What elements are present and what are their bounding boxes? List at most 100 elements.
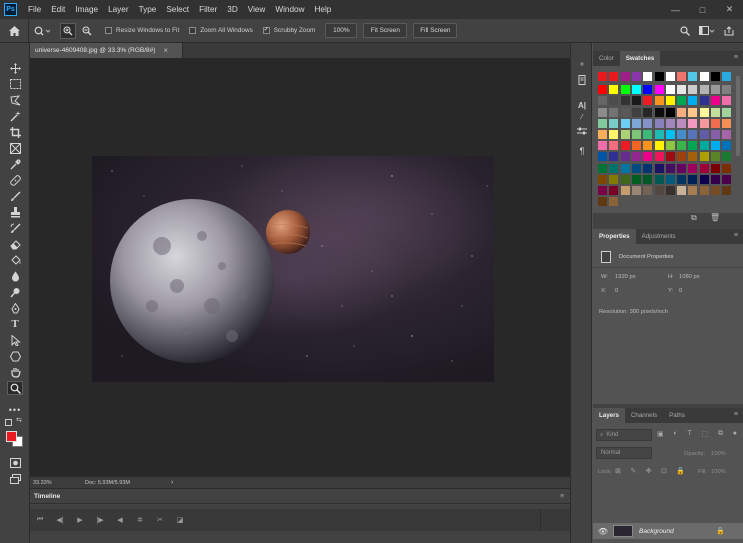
paragraph-panel-icon[interactable]: ¶ — [575, 144, 589, 158]
workspace-icon[interactable] — [697, 24, 717, 38]
color-swatch[interactable] — [609, 174, 619, 184]
pen-tool-icon[interactable] — [7, 301, 23, 315]
color-swatch[interactable] — [654, 96, 664, 106]
menu-layer[interactable]: Layer — [103, 5, 133, 14]
lock-artboard-icon[interactable]: ⊡ — [661, 467, 667, 477]
lock-position-icon[interactable]: ✥ — [646, 467, 652, 477]
color-swatch[interactable] — [654, 118, 664, 128]
photoshop-logo[interactable]: Ps — [4, 3, 17, 16]
resize-windows-box[interactable] — [105, 27, 112, 34]
color-swatch[interactable] — [699, 174, 709, 184]
status-menu-chevron-icon[interactable]: › — [171, 479, 173, 486]
color-swatch[interactable] — [609, 85, 619, 95]
color-swatch[interactable] — [631, 141, 641, 151]
adjustments-sliders-icon[interactable] — [575, 124, 589, 138]
menu-image[interactable]: Image — [70, 5, 103, 14]
shape-filter-icon[interactable]: ⬚ — [702, 430, 709, 440]
y-value[interactable]: 0 — [679, 288, 682, 294]
color-swatch[interactable] — [677, 107, 687, 117]
menu-file[interactable]: File — [23, 5, 46, 14]
color-swatch[interactable] — [654, 107, 664, 117]
color-swatch[interactable] — [643, 186, 653, 195]
color-swatch[interactable] — [711, 72, 720, 81]
color-swatch[interactable] — [643, 163, 653, 173]
swap-colors-icon[interactable]: ⇆ — [16, 417, 24, 425]
screen-mode-icon[interactable] — [7, 472, 23, 486]
timeline-menu-icon[interactable]: ≡ — [560, 493, 564, 500]
color-swatch[interactable] — [711, 130, 720, 139]
color-swatch[interactable] — [598, 118, 607, 128]
color-swatch[interactable] — [722, 186, 732, 195]
color-swatch[interactable] — [711, 107, 720, 117]
color-swatch[interactable] — [631, 152, 641, 162]
color-swatch[interactable] — [643, 85, 653, 95]
color-swatch[interactable] — [620, 118, 630, 128]
menu-type[interactable]: Type — [134, 5, 162, 14]
scrubby-zoom-box[interactable]: ✓ — [262, 27, 270, 34]
delete-swatch-icon[interactable]: 🗑 — [710, 213, 720, 223]
color-swatch[interactable] — [609, 130, 619, 139]
menu-3d[interactable]: 3D — [222, 5, 242, 14]
color-swatch[interactable] — [620, 96, 630, 106]
layers-menu-icon[interactable]: ≡ — [734, 411, 738, 418]
color-swatch[interactable] — [677, 118, 687, 128]
swatches-scrollbar[interactable] — [736, 76, 740, 156]
color-swatch[interactable] — [677, 163, 687, 173]
color-swatch[interactable] — [631, 85, 641, 95]
paint-bucket-tool-icon[interactable] — [7, 253, 23, 267]
layer-lock-icon[interactable]: 🔒 — [716, 527, 725, 535]
color-swatch[interactable] — [677, 186, 687, 195]
tab-channels[interactable]: Channels — [625, 408, 663, 423]
color-swatch[interactable] — [654, 130, 664, 139]
magic-wand-tool-icon[interactable] — [7, 109, 23, 123]
color-swatch[interactable] — [711, 141, 720, 151]
fill-value[interactable]: 100% — [711, 469, 726, 475]
color-swatch[interactable] — [620, 72, 630, 81]
color-swatch[interactable] — [598, 174, 607, 184]
fit-screen-button[interactable]: Fit Screen — [363, 23, 408, 38]
color-swatch[interactable] — [665, 107, 675, 117]
tab-paths[interactable]: Paths — [663, 408, 691, 423]
color-swatch[interactable] — [631, 174, 641, 184]
width-value[interactable]: 1920 px — [615, 274, 636, 280]
eraser-tool-icon[interactable] — [7, 237, 23, 251]
zoom-level-text[interactable]: 33.33% — [33, 480, 79, 486]
color-swatch[interactable] — [711, 96, 720, 106]
opacity-value[interactable]: 100% — [711, 451, 726, 457]
color-swatch[interactable] — [654, 72, 664, 81]
menu-window[interactable]: Window — [270, 5, 309, 14]
type-tool-icon[interactable]: T — [7, 317, 23, 331]
play-icon[interactable]: ▶ — [70, 516, 90, 524]
color-swatch[interactable] — [722, 85, 732, 95]
color-swatch[interactable] — [665, 96, 675, 106]
swatches-menu-icon[interactable]: ≡ — [734, 54, 738, 61]
color-swatch[interactable] — [643, 96, 653, 106]
color-swatch[interactable] — [609, 118, 619, 128]
color-swatch[interactable] — [699, 163, 709, 173]
color-swatch[interactable] — [699, 72, 709, 81]
color-swatch[interactable] — [688, 163, 698, 173]
color-swatch[interactable] — [665, 174, 675, 184]
color-swatch[interactable] — [665, 163, 675, 173]
color-swatch[interactable] — [609, 163, 619, 173]
color-swatch[interactable] — [609, 186, 619, 195]
history-brush-tool-icon[interactable] — [7, 221, 23, 235]
color-swatch[interactable] — [620, 107, 630, 117]
eye-icon[interactable]: 👁 — [593, 527, 613, 536]
first-frame-icon[interactable]: ⏮ — [30, 516, 50, 524]
color-swatch[interactable] — [620, 186, 630, 195]
edit-toolbar-icon[interactable]: ••• — [7, 403, 23, 417]
menu-view[interactable]: View — [243, 5, 271, 14]
transition-icon[interactable]: ◪ — [170, 516, 190, 524]
pixel-filter-icon[interactable]: ▣ — [657, 430, 664, 440]
timeline-title[interactable]: Timeline — [34, 493, 60, 500]
color-swatch[interactable] — [620, 163, 630, 173]
color-swatch[interactable] — [609, 197, 619, 207]
color-swatch[interactable] — [598, 107, 607, 117]
collapse-arrows-icon[interactable]: « — [575, 57, 589, 71]
quick-mask-icon[interactable] — [7, 456, 23, 470]
lock-transparent-icon[interactable]: ⊠ — [615, 467, 621, 477]
type-filter-icon[interactable]: T — [687, 430, 691, 440]
zoom-out-icon[interactable] — [79, 23, 95, 39]
settings-icon[interactable]: ✲ — [130, 516, 150, 524]
